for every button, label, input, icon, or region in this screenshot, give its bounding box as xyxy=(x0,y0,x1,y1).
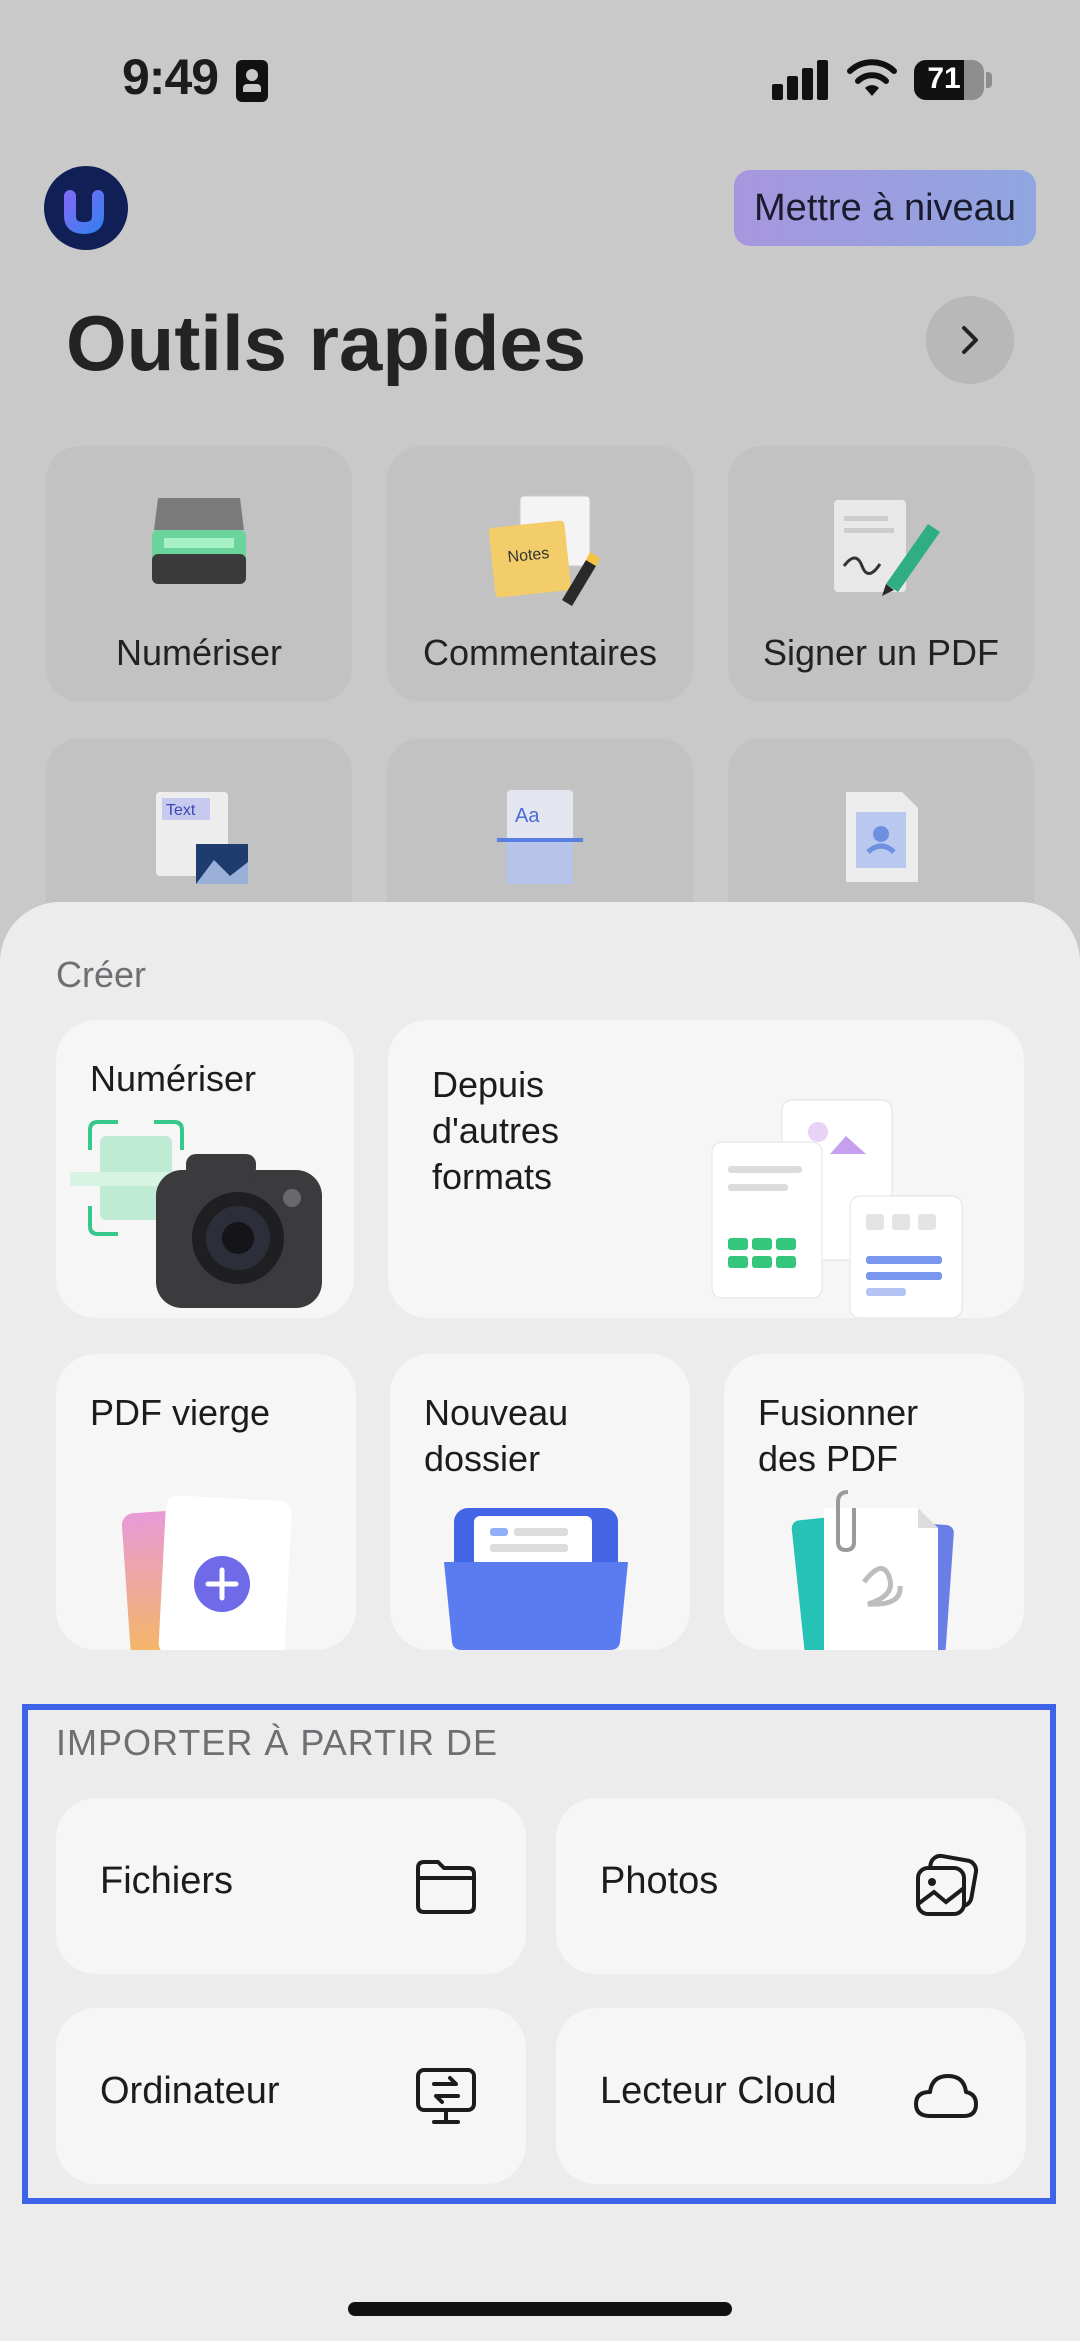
tool-label: Signer un PDF xyxy=(762,632,1000,673)
scanner-icon xyxy=(152,498,246,584)
merge-pdf-label: Fusionner des PDF xyxy=(758,1392,919,1479)
import-files-button[interactable]: Fichiers xyxy=(56,1798,526,1974)
cellular-signal-icon xyxy=(772,60,830,100)
import-cloud-label: Lecteur Cloud xyxy=(600,2070,837,2112)
see-all-tools-button[interactable] xyxy=(926,296,1014,384)
folder-outline-icon xyxy=(416,1860,476,1914)
import-photos-label: Photos xyxy=(600,1860,719,1902)
import-section-label: IMPORTER À PARTIR DE xyxy=(56,1722,499,1763)
import-cloud-button[interactable]: Lecteur Cloud xyxy=(556,2008,1026,2184)
import-computer-button[interactable]: Ordinateur xyxy=(56,2008,526,2184)
cloud-icon xyxy=(914,2074,978,2118)
create-scan-card[interactable]: Numériser xyxy=(56,1020,354,1318)
import-computer-label: Ordinateur xyxy=(100,2070,280,2112)
chevron-right-icon xyxy=(962,326,978,354)
computer-transfer-icon xyxy=(416,2068,476,2124)
add-pdf-icon xyxy=(122,1495,292,1650)
contact-card-icon xyxy=(236,60,268,102)
create-scan-label: Numériser xyxy=(90,1058,257,1099)
create-merge-pdf-card[interactable]: Fusionner des PDF xyxy=(724,1354,1024,1650)
folder-icon xyxy=(444,1508,628,1650)
camera-icon xyxy=(70,1120,322,1308)
notes-icon: Notes xyxy=(488,495,600,606)
other-formats-label: Depuis d'autres formats xyxy=(432,1064,559,1197)
photos-icon xyxy=(916,1853,979,1916)
page-title: Outils rapides xyxy=(66,299,587,387)
ocr-text-icon: Aa xyxy=(497,790,583,884)
documents-illustration-icon xyxy=(711,1099,963,1318)
tool-comments[interactable]: Notes Commentaires xyxy=(387,446,693,702)
create-new-folder-card[interactable]: Nouveau dossier xyxy=(390,1354,690,1650)
home-indicator[interactable] xyxy=(348,2302,732,2316)
import-files-label: Fichiers xyxy=(100,1860,234,1902)
signature-pen-icon xyxy=(834,500,940,596)
battery-level: 71 xyxy=(927,62,961,95)
blank-pdf-label: PDF vierge xyxy=(90,1392,271,1433)
tool-label: Numériser xyxy=(115,632,283,673)
create-blank-pdf-card[interactable]: PDF vierge xyxy=(56,1354,356,1650)
upgrade-button[interactable]: Mettre à niveau xyxy=(734,170,1036,246)
tool-sign-pdf[interactable]: Signer un PDF xyxy=(728,446,1034,702)
image-document-icon xyxy=(846,792,918,882)
status-time: 9:49 xyxy=(122,49,219,105)
tool-scan[interactable]: Numériser xyxy=(46,446,352,702)
create-from-other-formats-card[interactable]: Depuis d'autres formats xyxy=(388,1020,1024,1318)
battery-tip xyxy=(986,72,992,88)
import-photos-button[interactable]: Photos xyxy=(556,1798,1026,1974)
text-image-icon: Text xyxy=(156,792,248,884)
create-section-label: Créer xyxy=(56,954,147,995)
status-bar: 9:49 71 xyxy=(0,0,1080,150)
new-folder-label: Nouveau dossier xyxy=(424,1392,569,1479)
app-logo[interactable] xyxy=(44,166,128,250)
text-tag: Text xyxy=(166,802,196,819)
merge-pdf-icon xyxy=(791,1490,954,1650)
tool-label: Commentaires xyxy=(422,632,658,673)
app-logo-icon xyxy=(64,190,104,235)
aa-tag: Aa xyxy=(515,805,540,827)
wifi-icon xyxy=(847,59,897,96)
battery-icon: 71 xyxy=(914,60,984,100)
